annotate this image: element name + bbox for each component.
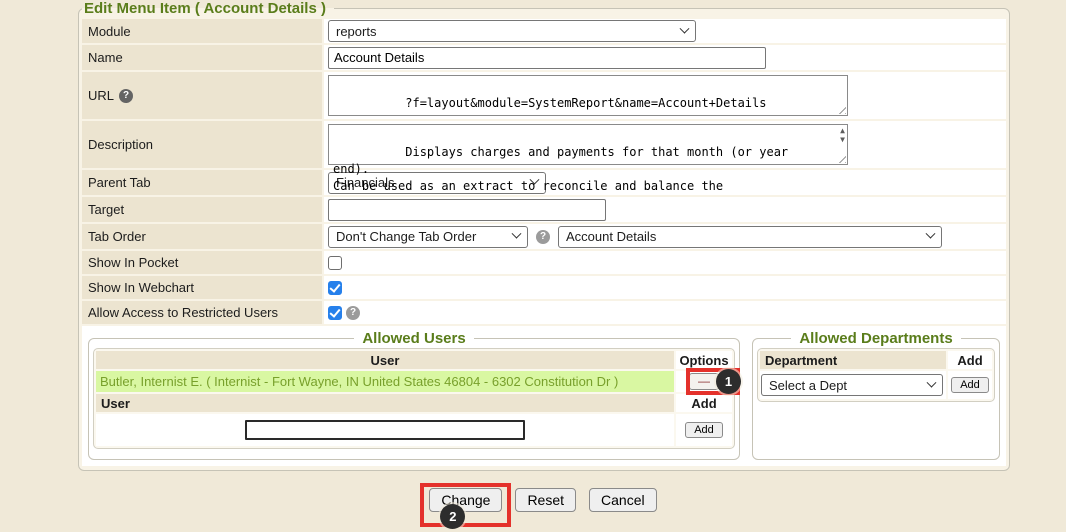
reset-button[interactable]: Reset [515,488,576,512]
access-panels: Allowed Users User Options Butler, Inter… [82,326,1006,466]
allowed-users-title: Allowed Users [354,330,473,347]
name-input[interactable] [328,47,766,69]
allow-restricted-label: Allow Access to Restricted Users [82,301,322,324]
url-textarea-value: ?f=layout&module=SystemReport&name=Accou… [405,96,766,110]
row-allow-restricted: Allow Access to Restricted Users ? [82,301,1006,324]
description-label: Description [82,121,322,168]
url-label: URL [88,88,114,103]
row-show-in-pocket: Show In Pocket [82,251,1006,274]
resize-grip-icon[interactable] [837,105,846,114]
cancel-button[interactable]: Cancel [589,488,657,512]
allowed-user-name: Butler, Internist E. ( Internist - Fort … [96,371,674,392]
tab-order-item-select-value: Account Details [566,229,656,244]
row-tab-order: Tab Order Don't Change Tab Order ? Accou… [82,224,1006,249]
add-user-column-header: User [96,394,674,412]
module-select[interactable]: reports [328,20,696,42]
allowed-departments-title: Allowed Departments [791,330,960,347]
form-actions: Change 2 Reset Cancel [78,488,1008,512]
allowed-departments-panel: Allowed Departments Department Add Selec… [752,330,1000,460]
step-badge-2: 2 [440,504,465,529]
show-in-pocket-checkbox[interactable] [328,256,342,270]
add-department-button[interactable]: Add [951,377,989,393]
add-column-header: Add [676,394,732,412]
show-in-pocket-label: Show In Pocket [82,251,322,274]
form-title: Edit Menu Item ( Account Details ) [82,0,334,17]
add-user-button[interactable]: Add [685,422,723,438]
department-select-value: Select a Dept [769,378,847,393]
url-textarea[interactable]: ?f=layout&module=SystemReport&name=Accou… [328,75,848,116]
edit-menu-item-form: Edit Menu Item ( Account Details ) Modul… [78,0,1010,471]
chevron-down-icon [512,229,522,239]
tab-order-label: Tab Order [82,224,322,249]
chevron-down-icon [926,229,936,239]
allow-restricted-checkbox[interactable] [328,306,342,320]
row-target: Target [82,197,1006,222]
allowed-users-panel: Allowed Users User Options Butler, Inter… [88,330,740,460]
row-url: URL ? ?f=layout&module=SystemReport&name… [82,72,1006,119]
tab-order-item-select[interactable]: Account Details [558,226,942,248]
target-label: Target [82,197,322,222]
help-icon[interactable]: ? [536,230,550,244]
chevron-down-icon [927,377,937,387]
chevron-down-icon [680,23,690,33]
scroll-down-icon[interactable]: ▼ [840,136,845,144]
dept-add-column-header: Add [948,351,992,369]
help-icon[interactable]: ? [346,306,360,320]
remove-user-button[interactable]: — [689,373,719,390]
department-select[interactable]: Select a Dept [761,374,943,396]
add-user-input[interactable] [245,420,525,440]
row-name: Name [82,45,1006,70]
change-button[interactable]: Change [429,488,502,512]
help-icon[interactable]: ? [119,89,133,103]
options-column-header: Options [676,351,732,369]
show-in-webchart-label: Show In Webchart [82,276,322,299]
resize-grip-icon[interactable] [837,154,846,163]
row-description: Description Displays charges and payment… [82,121,1006,168]
name-label: Name [82,45,322,70]
scroll-up-icon[interactable]: ▲ [840,127,845,135]
parent-tab-label: Parent Tab [82,170,322,195]
module-select-value: reports [336,24,376,39]
row-module: Module reports [82,19,1006,43]
user-column-header: User [96,351,674,369]
form-rows: Module reports Name URL ? ?f=layout&modu [82,19,1006,466]
show-in-webchart-checkbox[interactable] [328,281,342,295]
module-label: Module [82,19,322,43]
department-column-header: Department [760,351,946,369]
allowed-user-row: Butler, Internist E. ( Internist - Fort … [96,371,732,392]
description-textarea[interactable]: Displays charges and payments for that m… [328,124,848,165]
row-show-in-webchart: Show In Webchart [82,276,1006,299]
step-badge-1: 1 [716,369,741,394]
